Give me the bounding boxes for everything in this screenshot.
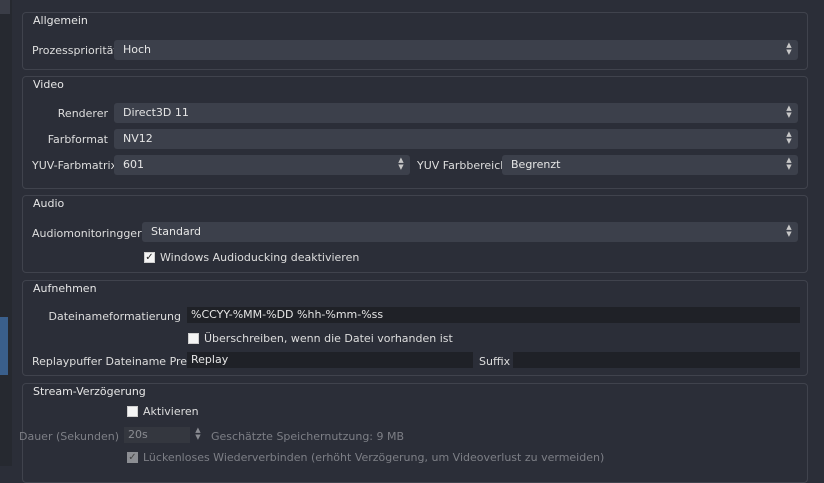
replay-prefix-input[interactable]: Replay bbox=[187, 352, 473, 368]
color-format-select[interactable]: NV12 ▲ ▼ bbox=[114, 129, 798, 149]
priority-label: Prozesspriorität bbox=[32, 44, 118, 57]
ducking-label: Windows Audioducking deaktivieren bbox=[160, 251, 360, 264]
check-icon: ✓ bbox=[128, 452, 137, 463]
group-title-general: Allgemein bbox=[33, 14, 88, 27]
filename-format-label: Dateinameformatierung bbox=[48, 310, 181, 323]
duration-value: 20s bbox=[128, 428, 148, 441]
enable-delay-checkbox[interactable] bbox=[127, 406, 138, 417]
yuv-range-label: YUV Farbbereich bbox=[417, 159, 508, 172]
updown-arrows-icon: ▲ ▼ bbox=[398, 156, 404, 171]
filename-format-value: %CCYY-%MM-%DD %hh-%mm-%ss bbox=[191, 308, 384, 321]
yuv-matrix-select[interactable]: 601 ▲ ▼ bbox=[114, 155, 410, 175]
duration-label: Dauer (Sekunden) bbox=[19, 430, 119, 443]
ducking-checkbox[interactable]: ✓ bbox=[144, 252, 155, 263]
memory-usage-label: Geschätzte Speichernutzung: 9 MB bbox=[211, 430, 405, 443]
reconnect-label: Lückenloses Wiederverbinden (erhöht Verz… bbox=[143, 451, 605, 464]
suffix-input[interactable] bbox=[513, 352, 800, 368]
yuv-range-value: Begrenzt bbox=[511, 158, 561, 171]
updown-arrows-icon: ▲ ▼ bbox=[786, 130, 792, 145]
enable-delay-label: Aktivieren bbox=[143, 405, 199, 418]
group-stream-delay: Stream-Verzögerung Aktivieren Dauer (Sek… bbox=[19, 383, 808, 483]
monitoring-device-label: Audiomonitoringgerät bbox=[32, 227, 153, 240]
priority-value: Hoch bbox=[123, 43, 152, 56]
renderer-select[interactable]: Direct3D 11 ▲ ▼ bbox=[114, 103, 798, 123]
group-video: Video Renderer Direct3D 11 ▲ ▼ Farbformat… bbox=[22, 76, 808, 189]
reconnect-checkbox[interactable]: ✓ bbox=[127, 452, 138, 463]
updown-arrows-icon: ▲ ▼ bbox=[786, 156, 792, 171]
suffix-label: Suffix bbox=[479, 355, 511, 368]
check-icon: ✓ bbox=[145, 252, 154, 263]
group-audio: Audio Audiomonitoringgerät Standard ▲ ▼ ✓… bbox=[22, 195, 808, 273]
duration-spinbox[interactable]: 20s bbox=[124, 427, 190, 443]
priority-select[interactable]: Hoch ▲ ▼ bbox=[114, 40, 798, 60]
yuv-range-select[interactable]: Begrenzt ▲ ▼ bbox=[502, 155, 798, 175]
updown-arrows-icon: ▲ ▼ bbox=[786, 41, 792, 56]
replay-prefix-value: Replay bbox=[191, 353, 229, 366]
group-recording: Aufnehmen Dateinameformatierung %CCYY-%M… bbox=[22, 280, 808, 376]
updown-arrows-icon[interactable]: ▲ ▼ bbox=[192, 427, 204, 443]
sidebar-edge-top bbox=[0, 0, 10, 14]
color-format-label: Farbformat bbox=[47, 133, 108, 146]
group-title-video: Video bbox=[33, 78, 64, 91]
monitoring-device-select[interactable]: Standard ▲ ▼ bbox=[142, 222, 798, 242]
filename-format-input[interactable]: %CCYY-%MM-%DD %hh-%mm-%ss bbox=[187, 307, 800, 323]
sidebar-selected-indicator bbox=[0, 317, 8, 375]
yuv-matrix-label: YUV-Farbmatrix bbox=[32, 159, 118, 172]
group-general: Allgemein Prozesspriorität Hoch ▲ ▼ bbox=[22, 12, 808, 70]
color-format-value: NV12 bbox=[123, 132, 153, 145]
yuv-matrix-value: 601 bbox=[123, 158, 144, 171]
updown-arrows-icon: ▲ ▼ bbox=[786, 223, 792, 238]
sidebar-edge bbox=[0, 0, 12, 466]
group-title-audio: Audio bbox=[33, 197, 65, 210]
overwrite-label: Überschreiben, wenn die Datei vorhanden … bbox=[204, 332, 453, 345]
renderer-label: Renderer bbox=[57, 107, 108, 120]
replay-prefix-label: Replaypuffer Dateiname Prefix bbox=[32, 355, 201, 368]
group-title-stream-delay: Stream-Verzögerung bbox=[33, 385, 146, 398]
overwrite-checkbox[interactable] bbox=[188, 333, 199, 344]
updown-arrows-icon: ▲ ▼ bbox=[786, 104, 792, 119]
group-title-recording: Aufnehmen bbox=[33, 282, 97, 295]
renderer-value: Direct3D 11 bbox=[123, 106, 189, 119]
monitoring-device-value: Standard bbox=[151, 225, 202, 238]
